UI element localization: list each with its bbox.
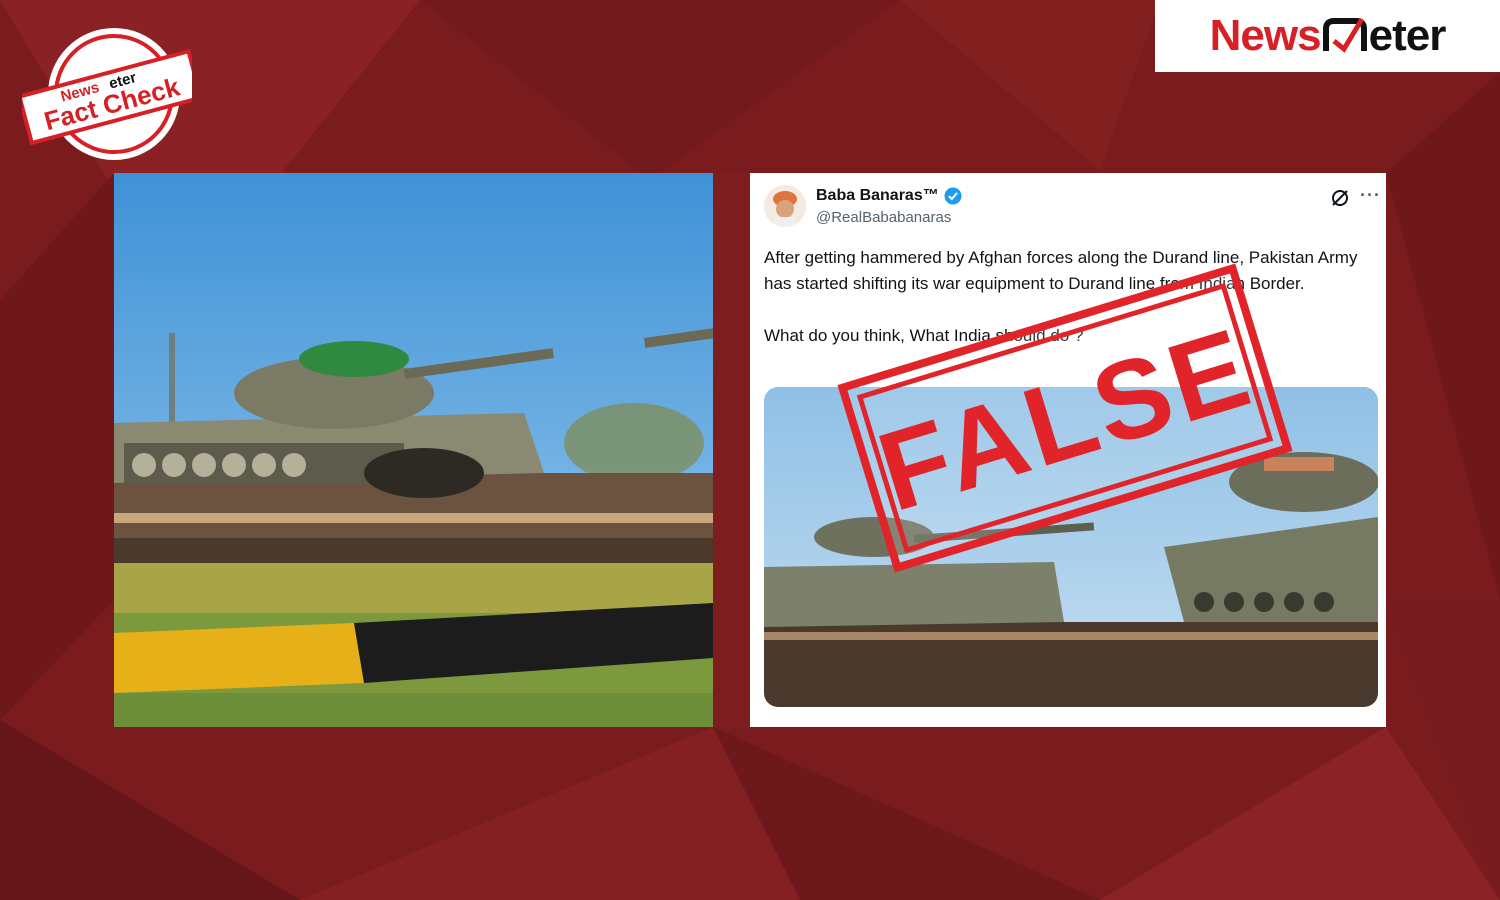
more-options-icon[interactable]: ··· bbox=[1360, 185, 1381, 206]
meter-gauge-icon bbox=[1322, 17, 1367, 53]
grok-icon[interactable] bbox=[1330, 188, 1350, 208]
display-name-text[interactable]: Baba Banaras™ bbox=[816, 187, 939, 205]
newsmeter-logo: News eter bbox=[1155, 0, 1500, 72]
tank-train-photo bbox=[114, 173, 713, 727]
verified-badge-icon bbox=[944, 187, 962, 205]
avatar[interactable] bbox=[764, 185, 806, 227]
display-name[interactable]: Baba Banaras™ bbox=[816, 187, 962, 205]
fact-check-badge: News eter Fact Check bbox=[22, 28, 192, 160]
tweet-paragraph: After getting hammered by Afghan forces … bbox=[764, 248, 1358, 293]
logo-meter-text: eter bbox=[1368, 11, 1447, 60]
logo-news-text: News bbox=[1209, 11, 1322, 60]
handle[interactable]: @RealBababanaras bbox=[816, 209, 951, 226]
